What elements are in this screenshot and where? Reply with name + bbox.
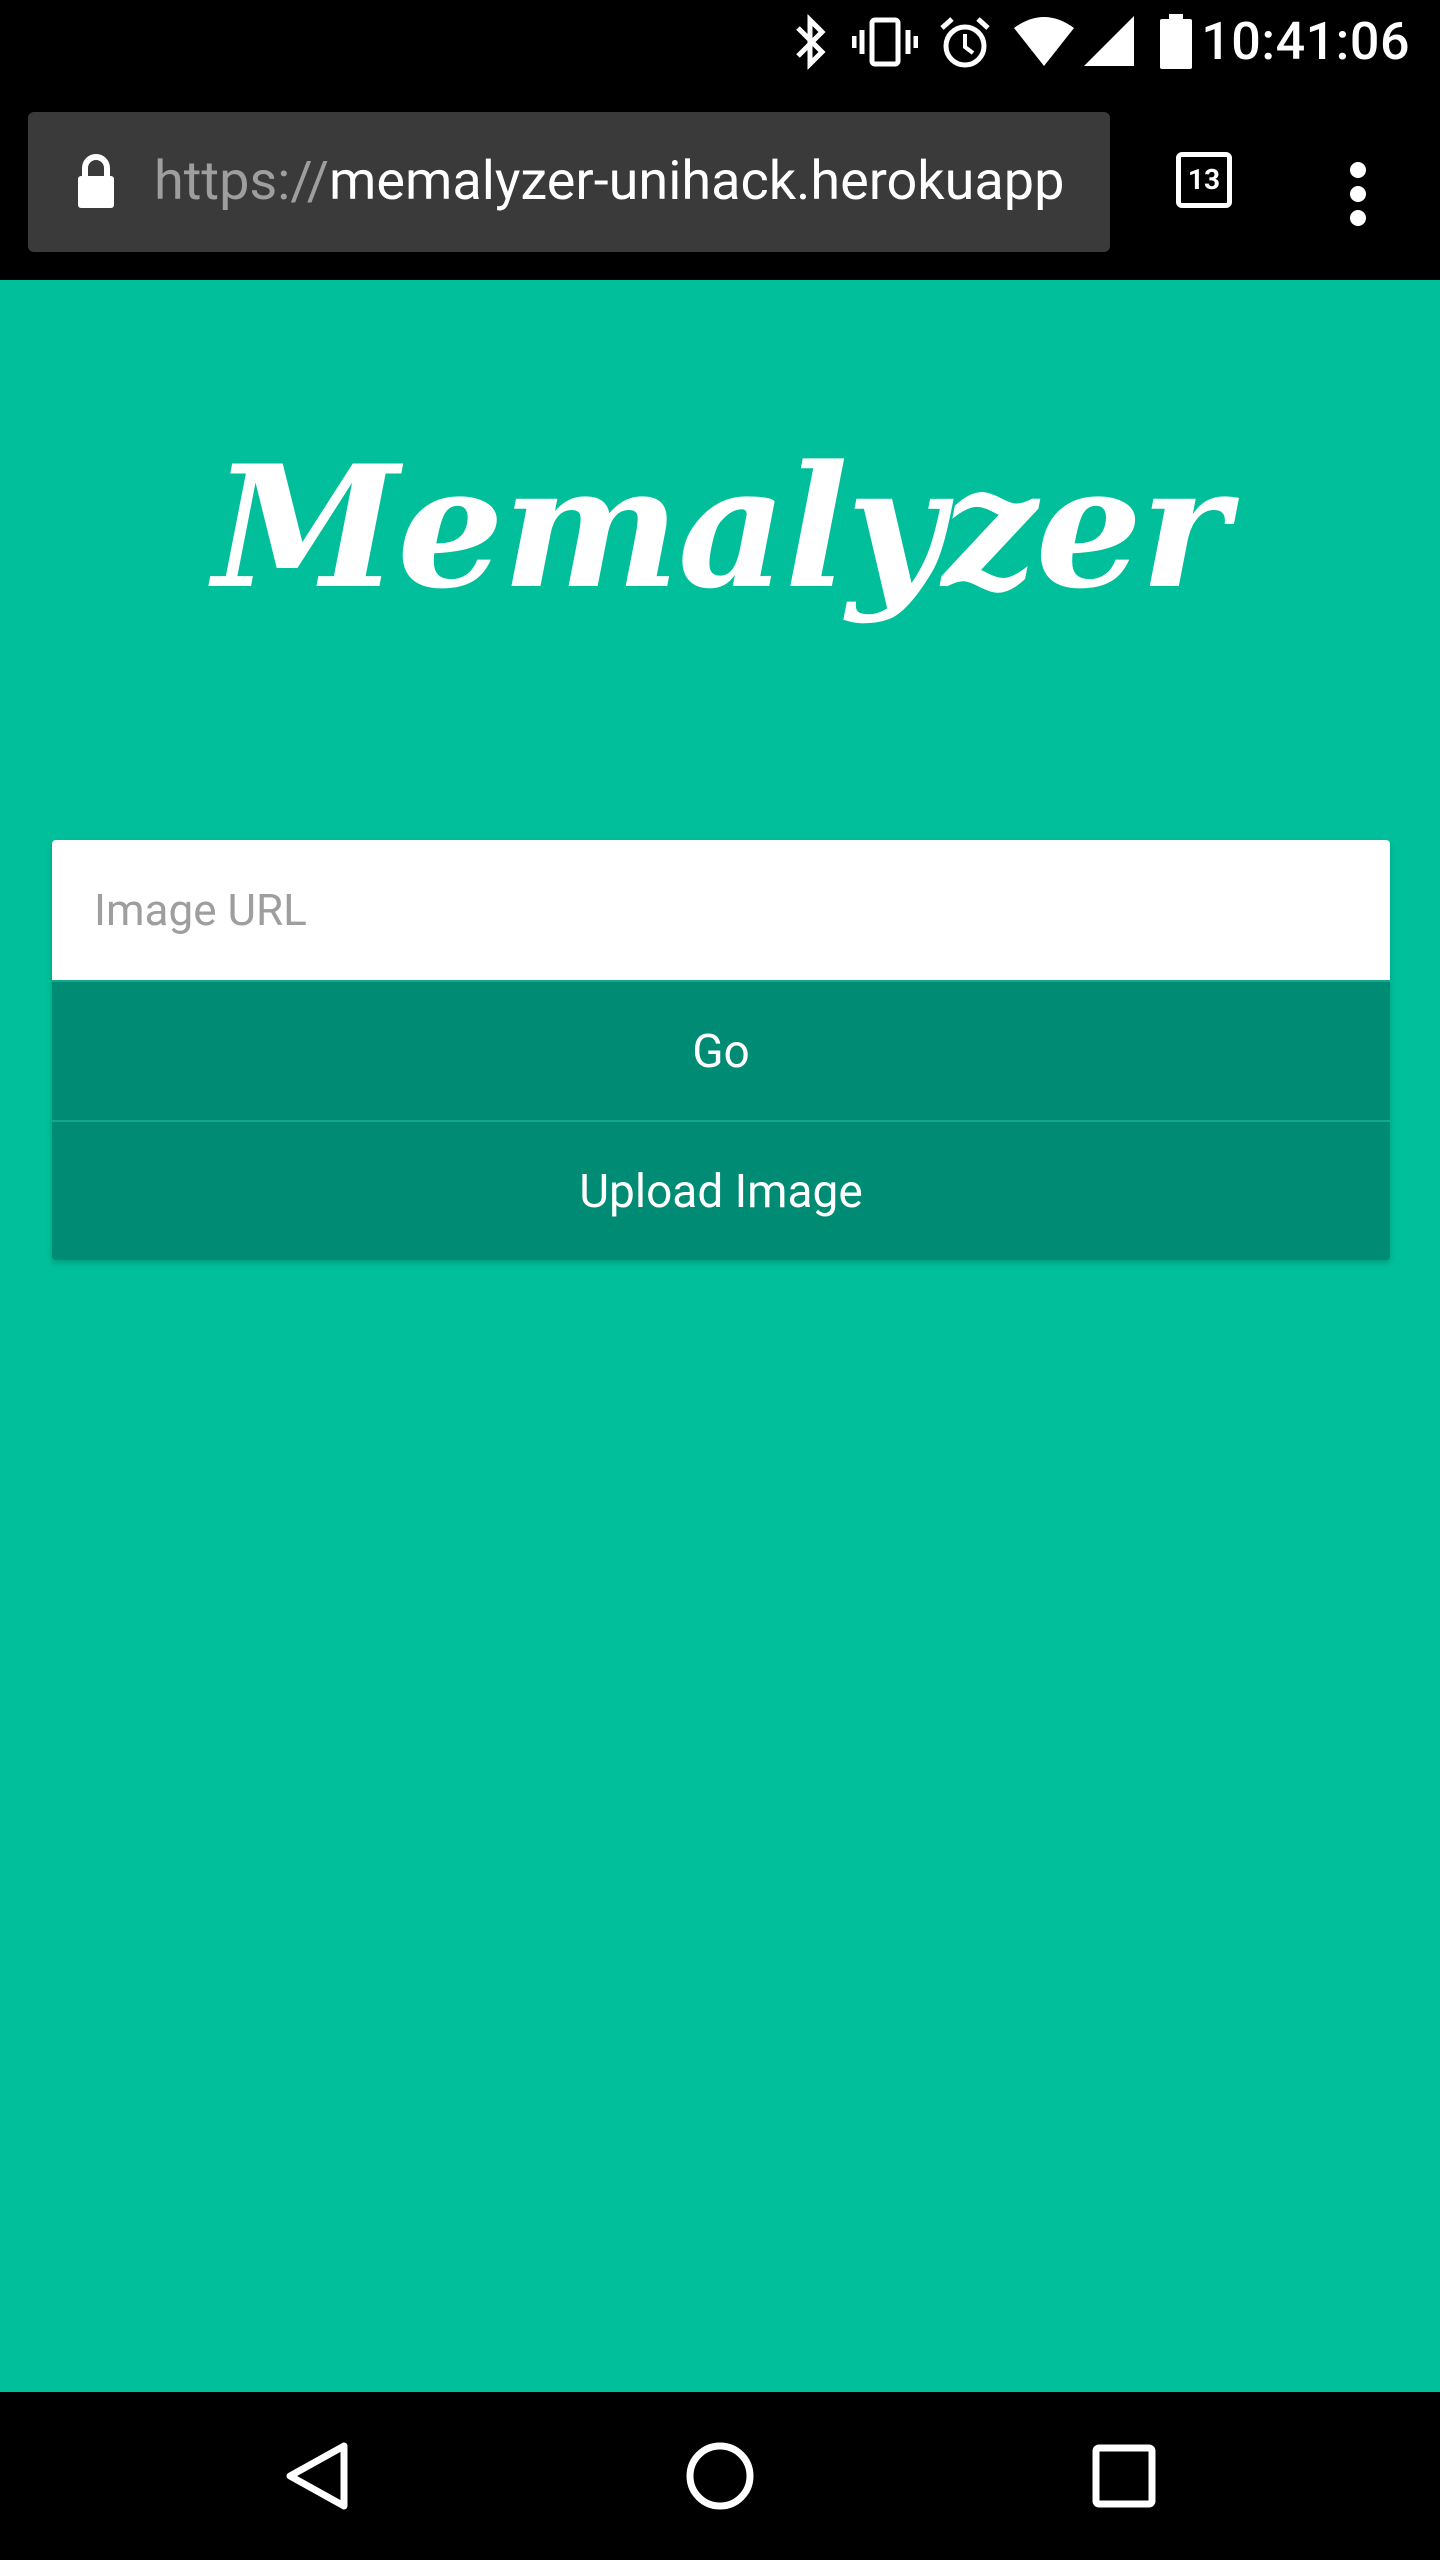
- back-icon[interactable]: [266, 2426, 366, 2526]
- image-url-input[interactable]: [52, 840, 1390, 980]
- address-bar[interactable]: https://memalyzer-unihack.herokuapp: [28, 112, 1110, 252]
- page-content: Memalyzer Go Upload Image: [0, 280, 1440, 2392]
- screen: 10:41:06 https://memalyzer-unihack.herok…: [0, 0, 1440, 2560]
- browser-toolbar: https://memalyzer-unihack.herokuapp 13: [0, 84, 1440, 280]
- go-button[interactable]: Go: [52, 980, 1390, 1120]
- battery-icon: [1160, 14, 1192, 69]
- wifi-icon: [1014, 17, 1074, 66]
- vibrate-icon: [852, 17, 918, 67]
- image-form: Go Upload Image: [52, 840, 1390, 1260]
- logo: Memalyzer: [213, 428, 1229, 626]
- tab-count: 13: [1187, 163, 1221, 196]
- lock-icon: [78, 154, 114, 208]
- alarm-icon: [940, 17, 990, 68]
- url-scheme: https://: [154, 150, 329, 213]
- status-bar: 10:41:06: [0, 0, 1440, 84]
- recents-icon[interactable]: [1074, 2426, 1174, 2526]
- url-host: memalyzer-unihack.herokuapp: [329, 150, 1065, 213]
- url-text[interactable]: https://memalyzer-unihack.herokuapp: [154, 112, 1110, 252]
- bluetooth-icon: [796, 13, 826, 71]
- signal-icon: [1084, 16, 1134, 66]
- tab-switcher-button[interactable]: 13: [1172, 148, 1244, 220]
- more-vert-icon[interactable]: [1330, 148, 1388, 238]
- navigation-bar: [0, 2392, 1440, 2560]
- upload-image-button[interactable]: Upload Image: [52, 1120, 1390, 1260]
- home-icon[interactable]: [670, 2426, 770, 2526]
- status-time: 10:41:06: [1201, 11, 1410, 72]
